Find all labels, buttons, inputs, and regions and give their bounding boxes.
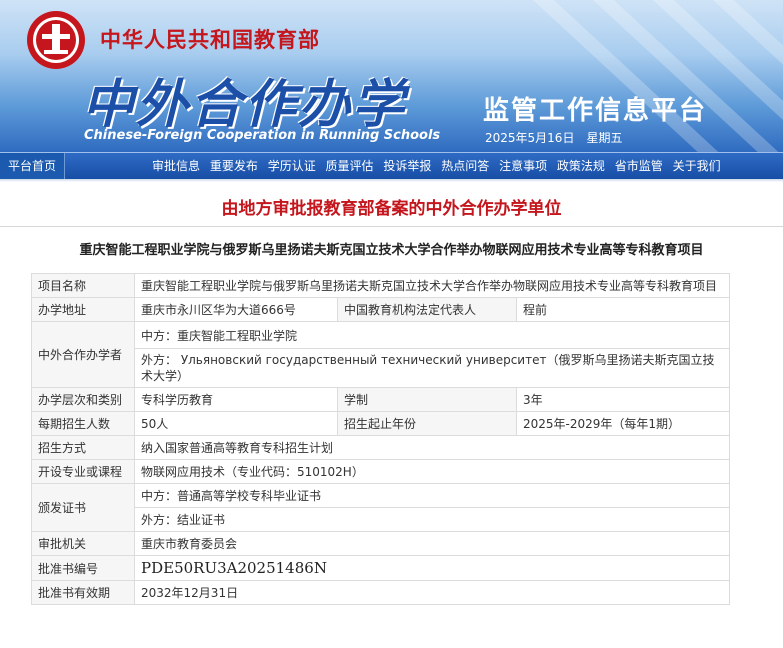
site-title: 中外合作办学: [82, 74, 407, 135]
certificate-label: 颁发证书: [31, 483, 135, 532]
site-title-english: Chinese-Foreign Cooperation in Running S…: [84, 128, 441, 143]
date-text: 2025年5月16日: [485, 131, 575, 145]
table-row: 中外合作办学者 中方：重庆智能工程职业学院: [31, 321, 730, 388]
nav-item-important-release[interactable]: 重要发布: [210, 159, 258, 173]
nav-shadow: [0, 179, 783, 182]
ministry-emblem-icon: [27, 11, 85, 69]
partners-label: 中外合作办学者: [31, 321, 135, 388]
nav-home-link[interactable]: 平台首页: [0, 153, 65, 179]
section-title: 由地方审批报教育部备案的中外合作办学单位: [221, 199, 562, 219]
table-row: 项目名称 重庆智能工程职业学院与俄罗斯乌里扬诺夫斯克国立技术大学合作举办物联网应…: [31, 273, 730, 298]
enrollment-years-value: 2025年-2029年（每年1期）: [516, 411, 730, 436]
divider: [0, 226, 783, 227]
nav-item-complaints[interactable]: 投诉举报: [383, 159, 431, 173]
table-row: 批准书编号 PDE50RU3A20251486N: [31, 555, 730, 581]
approval-number-value: PDE50RU3A20251486N: [134, 555, 730, 581]
approval-number-label: 批准书编号: [31, 555, 135, 581]
duration-label: 学制: [337, 387, 517, 412]
certificate-chinese: 中方：普通高等学校专科毕业证书: [134, 483, 730, 508]
legal-rep-label: 中国教育机构法定代表人: [337, 297, 517, 322]
table-row: 办学地址 重庆市永川区华为大道666号 中国教育机构法定代表人 程前: [31, 297, 730, 322]
nav-item-approval-info[interactable]: 审批信息: [152, 159, 200, 173]
partner-chinese: 中方：重庆智能工程职业学院: [134, 321, 730, 349]
table-row: 每期招生人数 50人 招生起止年份 2025年-2029年（每年1期）: [31, 411, 730, 436]
admission-method-value: 纳入国家普通高等教育专科招生计划: [134, 435, 730, 460]
table-row: 外方： Ульяновский государственный техничес…: [32, 348, 730, 388]
table-row: 开设专业或课程 物联网应用技术（专业代码：510102H）: [31, 459, 730, 484]
level-value: 专科学历教育: [134, 387, 338, 412]
table-row: 外方：结业证书: [32, 507, 730, 532]
authority-value: 重庆市教育委员会: [134, 531, 730, 556]
table-row: 办学层次和类别 专科学历教育 学制 3年: [31, 387, 730, 412]
major-label: 开设专业或课程: [31, 459, 135, 484]
validity-value: 2032年12月31日: [134, 580, 730, 605]
current-date: 2025年5月16日 星期五: [485, 129, 634, 146]
main-nav: 平台首页 审批信息 重要发布 学历认证 质量评估 投诉举报 热点问答 注意事项 …: [0, 152, 783, 179]
project-title: 重庆智能工程职业学院与俄罗斯乌里扬诺夫斯克国立技术大学合作举办物联网应用技术专业…: [79, 243, 704, 258]
table-row: 颁发证书 中方：普通高等学校专科毕业证书: [31, 483, 730, 532]
table-row: 批准书有效期 2032年12月31日: [31, 580, 730, 605]
validity-label: 批准书有效期: [31, 580, 135, 605]
nav-item-provincial-supervision[interactable]: 省市监管: [615, 159, 663, 173]
admission-method-label: 招生方式: [31, 435, 135, 460]
platform-name: 监管工作信息平台: [483, 96, 708, 126]
certificate-foreign: 外方：结业证书: [134, 507, 730, 532]
enrollment-value: 50人: [134, 411, 338, 436]
nav-item-degree-certification[interactable]: 学历认证: [268, 159, 316, 173]
major-value: 物联网应用技术（专业代码：510102H）: [134, 459, 730, 484]
project-name-value: 重庆智能工程职业学院与俄罗斯乌里扬诺夫斯克国立技术大学合作举办物联网应用技术专业…: [134, 273, 730, 298]
weekday-text: 星期五: [586, 131, 623, 145]
header-banner: 中华人民共和国教育部 中外合作办学 Chinese-Foreign Cooper…: [0, 0, 783, 152]
nav-item-policies[interactable]: 政策法规: [557, 159, 605, 173]
legal-rep-value: 程前: [516, 297, 730, 322]
level-label: 办学层次和类别: [31, 387, 135, 412]
project-info-table: 项目名称 重庆智能工程职业学院与俄罗斯乌里扬诺夫斯克国立技术大学合作举办物联网应…: [31, 273, 730, 605]
partner-foreign: 外方： Ульяновский государственный техничес…: [134, 348, 730, 388]
project-name-label: 项目名称: [31, 273, 135, 298]
nav-item-quality-evaluation[interactable]: 质量评估: [326, 159, 374, 173]
nav-item-notes[interactable]: 注意事项: [499, 159, 547, 173]
authority-label: 审批机关: [31, 531, 135, 556]
table-row: 审批机关 重庆市教育委员会: [31, 531, 730, 556]
nav-item-about[interactable]: 关于我们: [673, 159, 721, 173]
duration-value: 3年: [516, 387, 730, 412]
address-label: 办学地址: [31, 297, 135, 322]
enrollment-label: 每期招生人数: [31, 411, 135, 436]
ministry-name: 中华人民共和国教育部: [100, 28, 320, 52]
nav-item-faq[interactable]: 热点问答: [441, 159, 489, 173]
nav-items: 审批信息 重要发布 学历认证 质量评估 投诉举报 热点问答 注意事项 政策法规 …: [152, 153, 727, 179]
table-row: 招生方式 纳入国家普通高等教育专科招生计划: [31, 435, 730, 460]
enrollment-years-label: 招生起止年份: [337, 411, 517, 436]
address-value: 重庆市永川区华为大道666号: [134, 297, 338, 322]
